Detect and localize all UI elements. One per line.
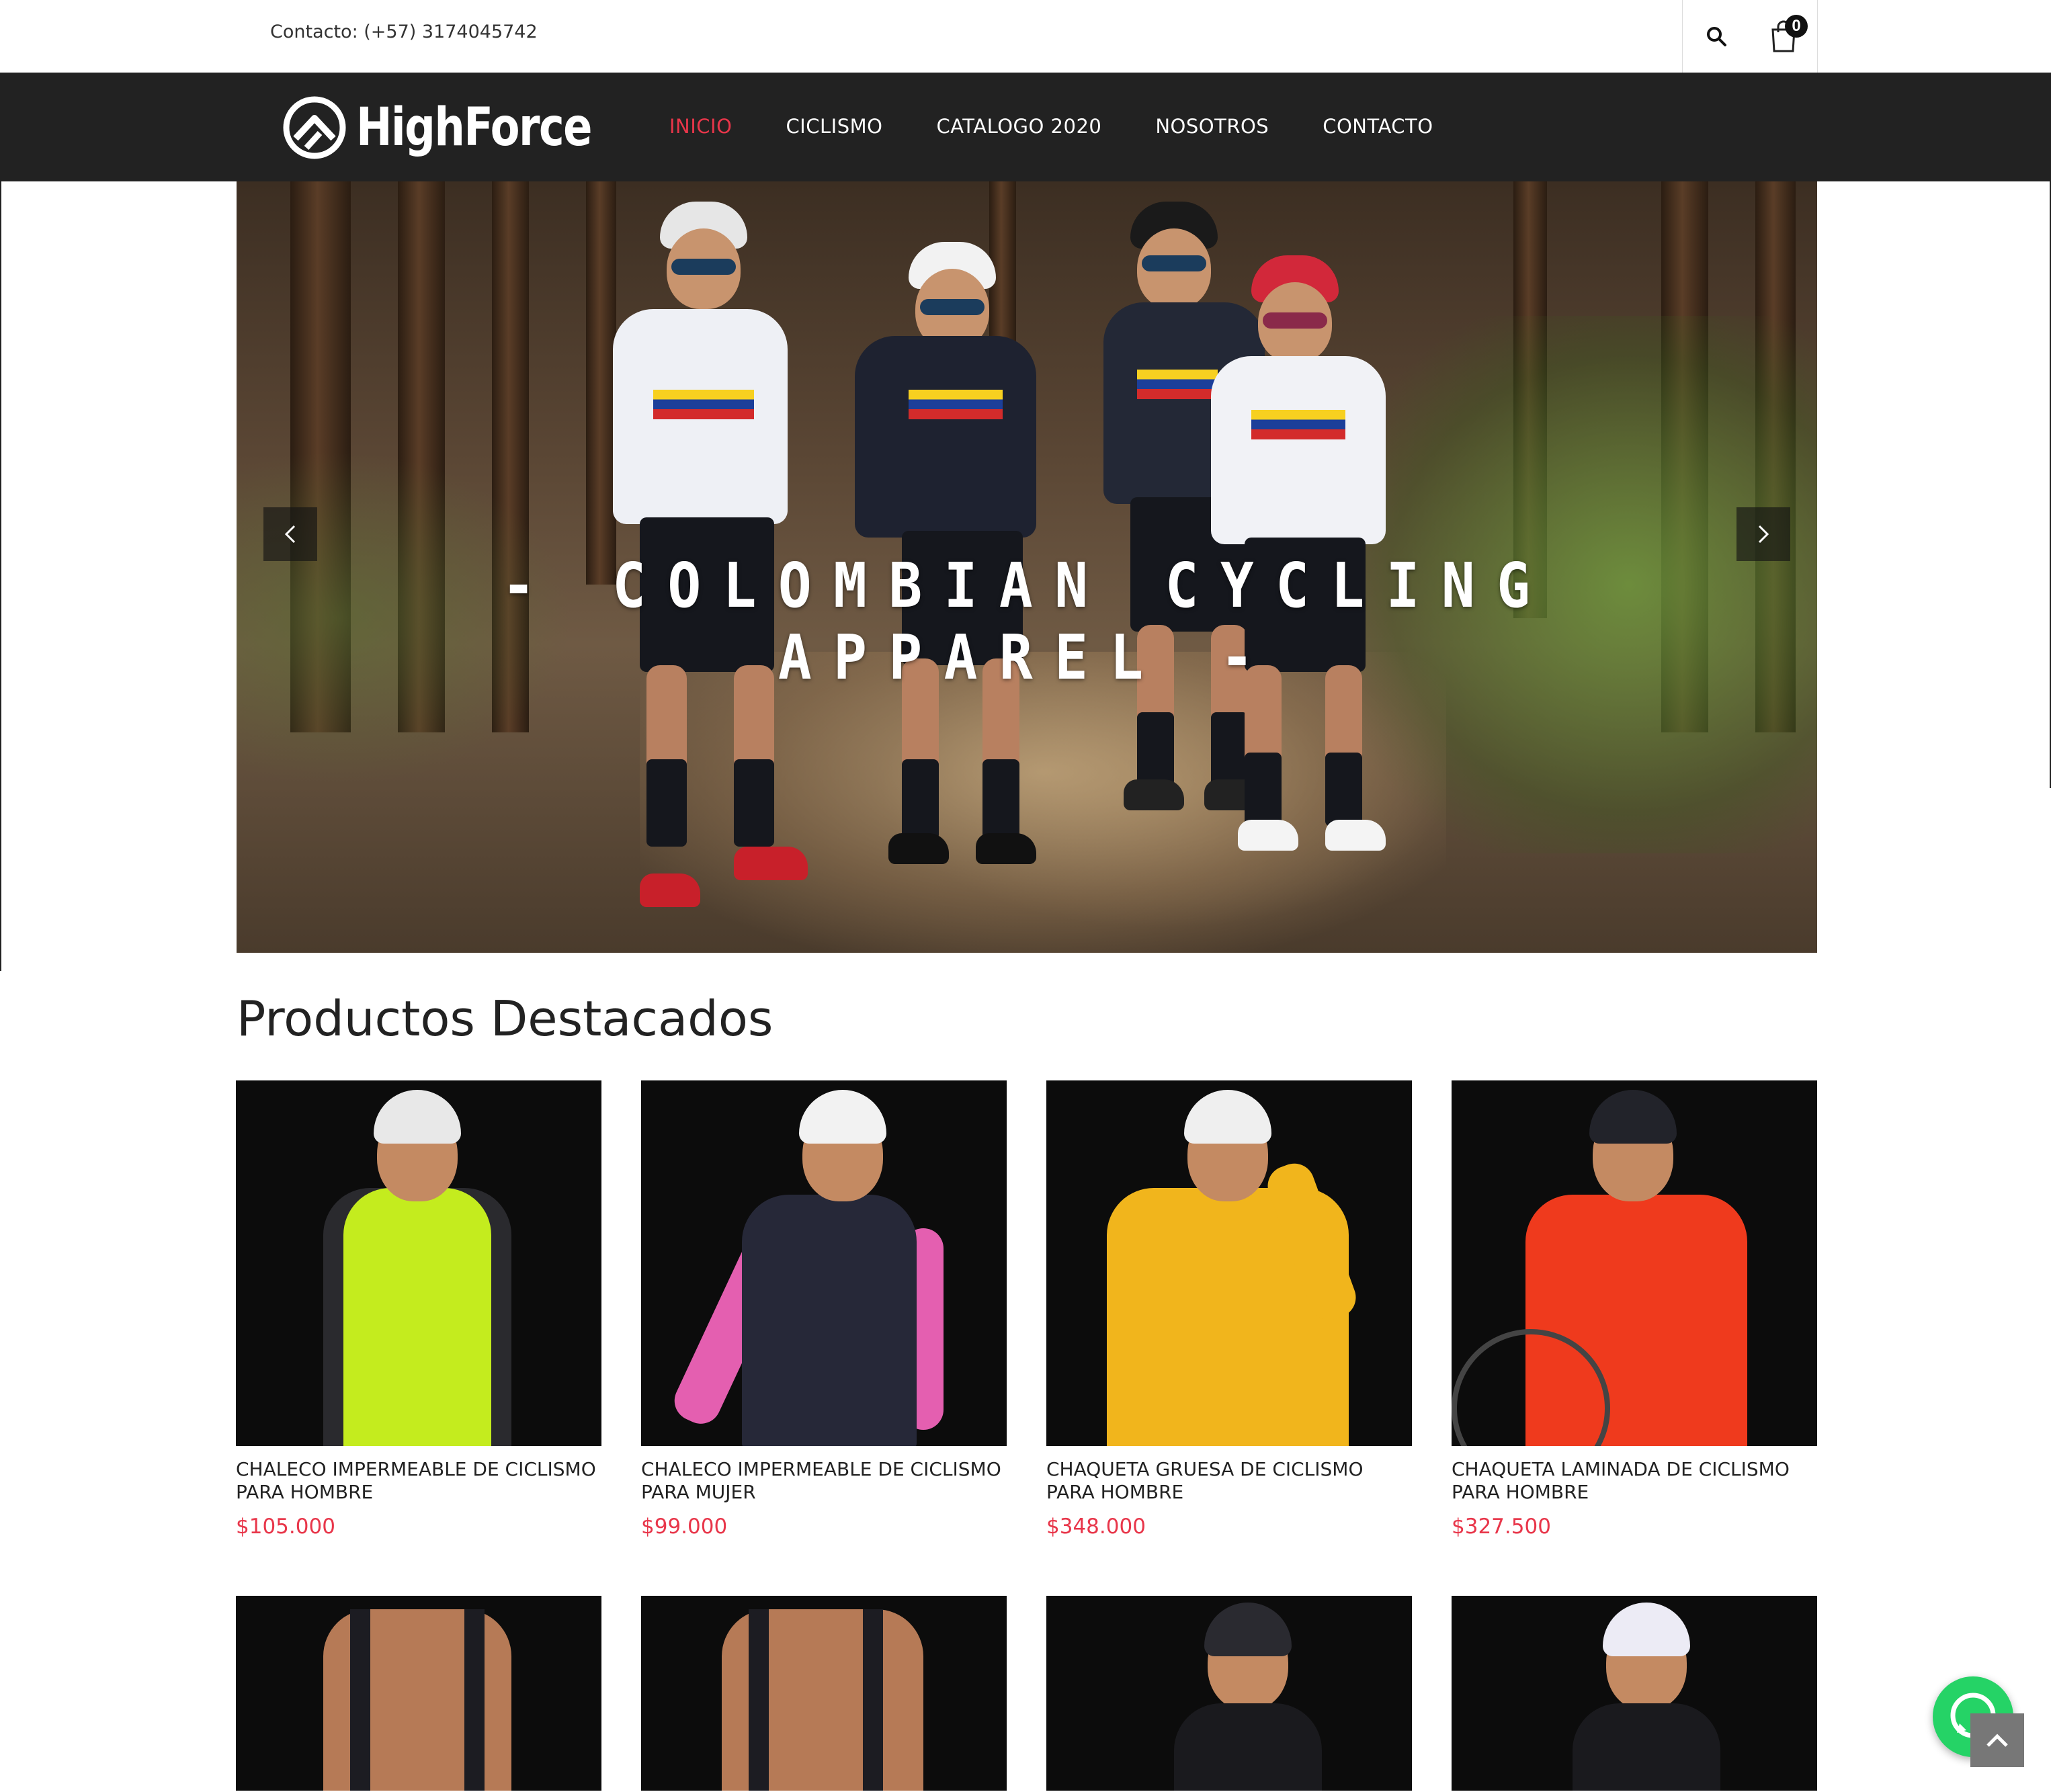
product-image[interactable]: [236, 1596, 601, 1791]
nav-inicio[interactable]: INICIO: [669, 115, 732, 138]
top-bar: Contacto: (+57) 3174045742 0: [0, 0, 2051, 73]
brand-name: HighForce: [356, 97, 593, 158]
product-card[interactable]: CHALECO IMPERMEABLE DE CICLISMO PARA MUJ…: [641, 1080, 1007, 1539]
featured-products-title: Productos Destacados: [237, 990, 773, 1047]
product-price: $105.000: [236, 1514, 335, 1539]
header-tools: 0: [1682, 0, 1818, 73]
product-card[interactable]: [1452, 1596, 1817, 1791]
logo-mark-icon: [283, 96, 346, 159]
product-card[interactable]: [236, 1596, 601, 1791]
slider-next-button[interactable]: [1736, 507, 1790, 561]
product-card[interactable]: CHALECO IMPERMEABLE DE CICLISMO PARA HOM…: [236, 1080, 601, 1539]
nav-catalogo-2020[interactable]: CATALOGO 2020: [936, 115, 1101, 138]
contact-phone: Contacto: (+57) 3174045742: [270, 22, 538, 42]
product-price: $327.500: [1452, 1514, 1551, 1539]
product-price: $348.000: [1046, 1514, 1146, 1539]
product-image[interactable]: [1046, 1080, 1412, 1446]
product-image[interactable]: [1046, 1596, 1412, 1791]
hero-title: - COLOMBIAN CYCLING APPAREL -: [501, 550, 1552, 693]
chevron-right-icon: [1758, 525, 1769, 544]
nav-contacto[interactable]: CONTACTO: [1323, 115, 1433, 138]
cart-count-badge: 0: [1785, 15, 1808, 38]
product-card[interactable]: [641, 1596, 1007, 1791]
tree-trunk: [586, 181, 616, 585]
hero-slider: - COLOMBIAN CYCLING APPAREL -: [237, 181, 1817, 953]
arrow-up-icon: [1986, 1734, 2008, 1747]
main-menu: INICIO CICLISMO CATALOGO 2020 NOSOTROS C…: [669, 115, 1487, 138]
product-image[interactable]: [641, 1596, 1007, 1791]
product-card[interactable]: CHAQUETA GRUESA DE CICLISMO PARA HOMBRE …: [1046, 1080, 1412, 1539]
brand-logo[interactable]: HighForce: [281, 94, 643, 161]
product-card[interactable]: CHAQUETA LAMINADA DE CICLISMO PARA HOMBR…: [1452, 1080, 1817, 1539]
product-name[interactable]: CHAQUETA LAMINADA DE CICLISMO PARA HOMBR…: [1452, 1458, 1817, 1504]
nav-nosotros[interactable]: NOSOTROS: [1155, 115, 1269, 138]
product-image[interactable]: [1452, 1080, 1817, 1446]
product-image[interactable]: [641, 1080, 1007, 1446]
scroll-to-top-button[interactable]: [1970, 1713, 2024, 1767]
page-border-left: [0, 181, 1, 971]
slider-prev-button[interactable]: [263, 507, 317, 561]
search-icon[interactable]: [1706, 26, 1727, 47]
product-name[interactable]: CHAQUETA GRUESA DE CICLISMO PARA HOMBRE: [1046, 1458, 1412, 1504]
product-image[interactable]: [236, 1080, 601, 1446]
main-navbar: HighForce INICIO CICLISMO CATALOGO 2020 …: [0, 73, 2051, 181]
chevron-left-icon: [284, 525, 296, 544]
product-card[interactable]: [1046, 1596, 1412, 1791]
product-name[interactable]: CHALECO IMPERMEABLE DE CICLISMO PARA MUJ…: [641, 1458, 1007, 1504]
product-name[interactable]: CHALECO IMPERMEABLE DE CICLISMO PARA HOM…: [236, 1458, 601, 1504]
product-image[interactable]: [1452, 1596, 1817, 1791]
nav-ciclismo[interactable]: CICLISMO: [786, 115, 882, 138]
product-price: $99.000: [641, 1514, 728, 1539]
